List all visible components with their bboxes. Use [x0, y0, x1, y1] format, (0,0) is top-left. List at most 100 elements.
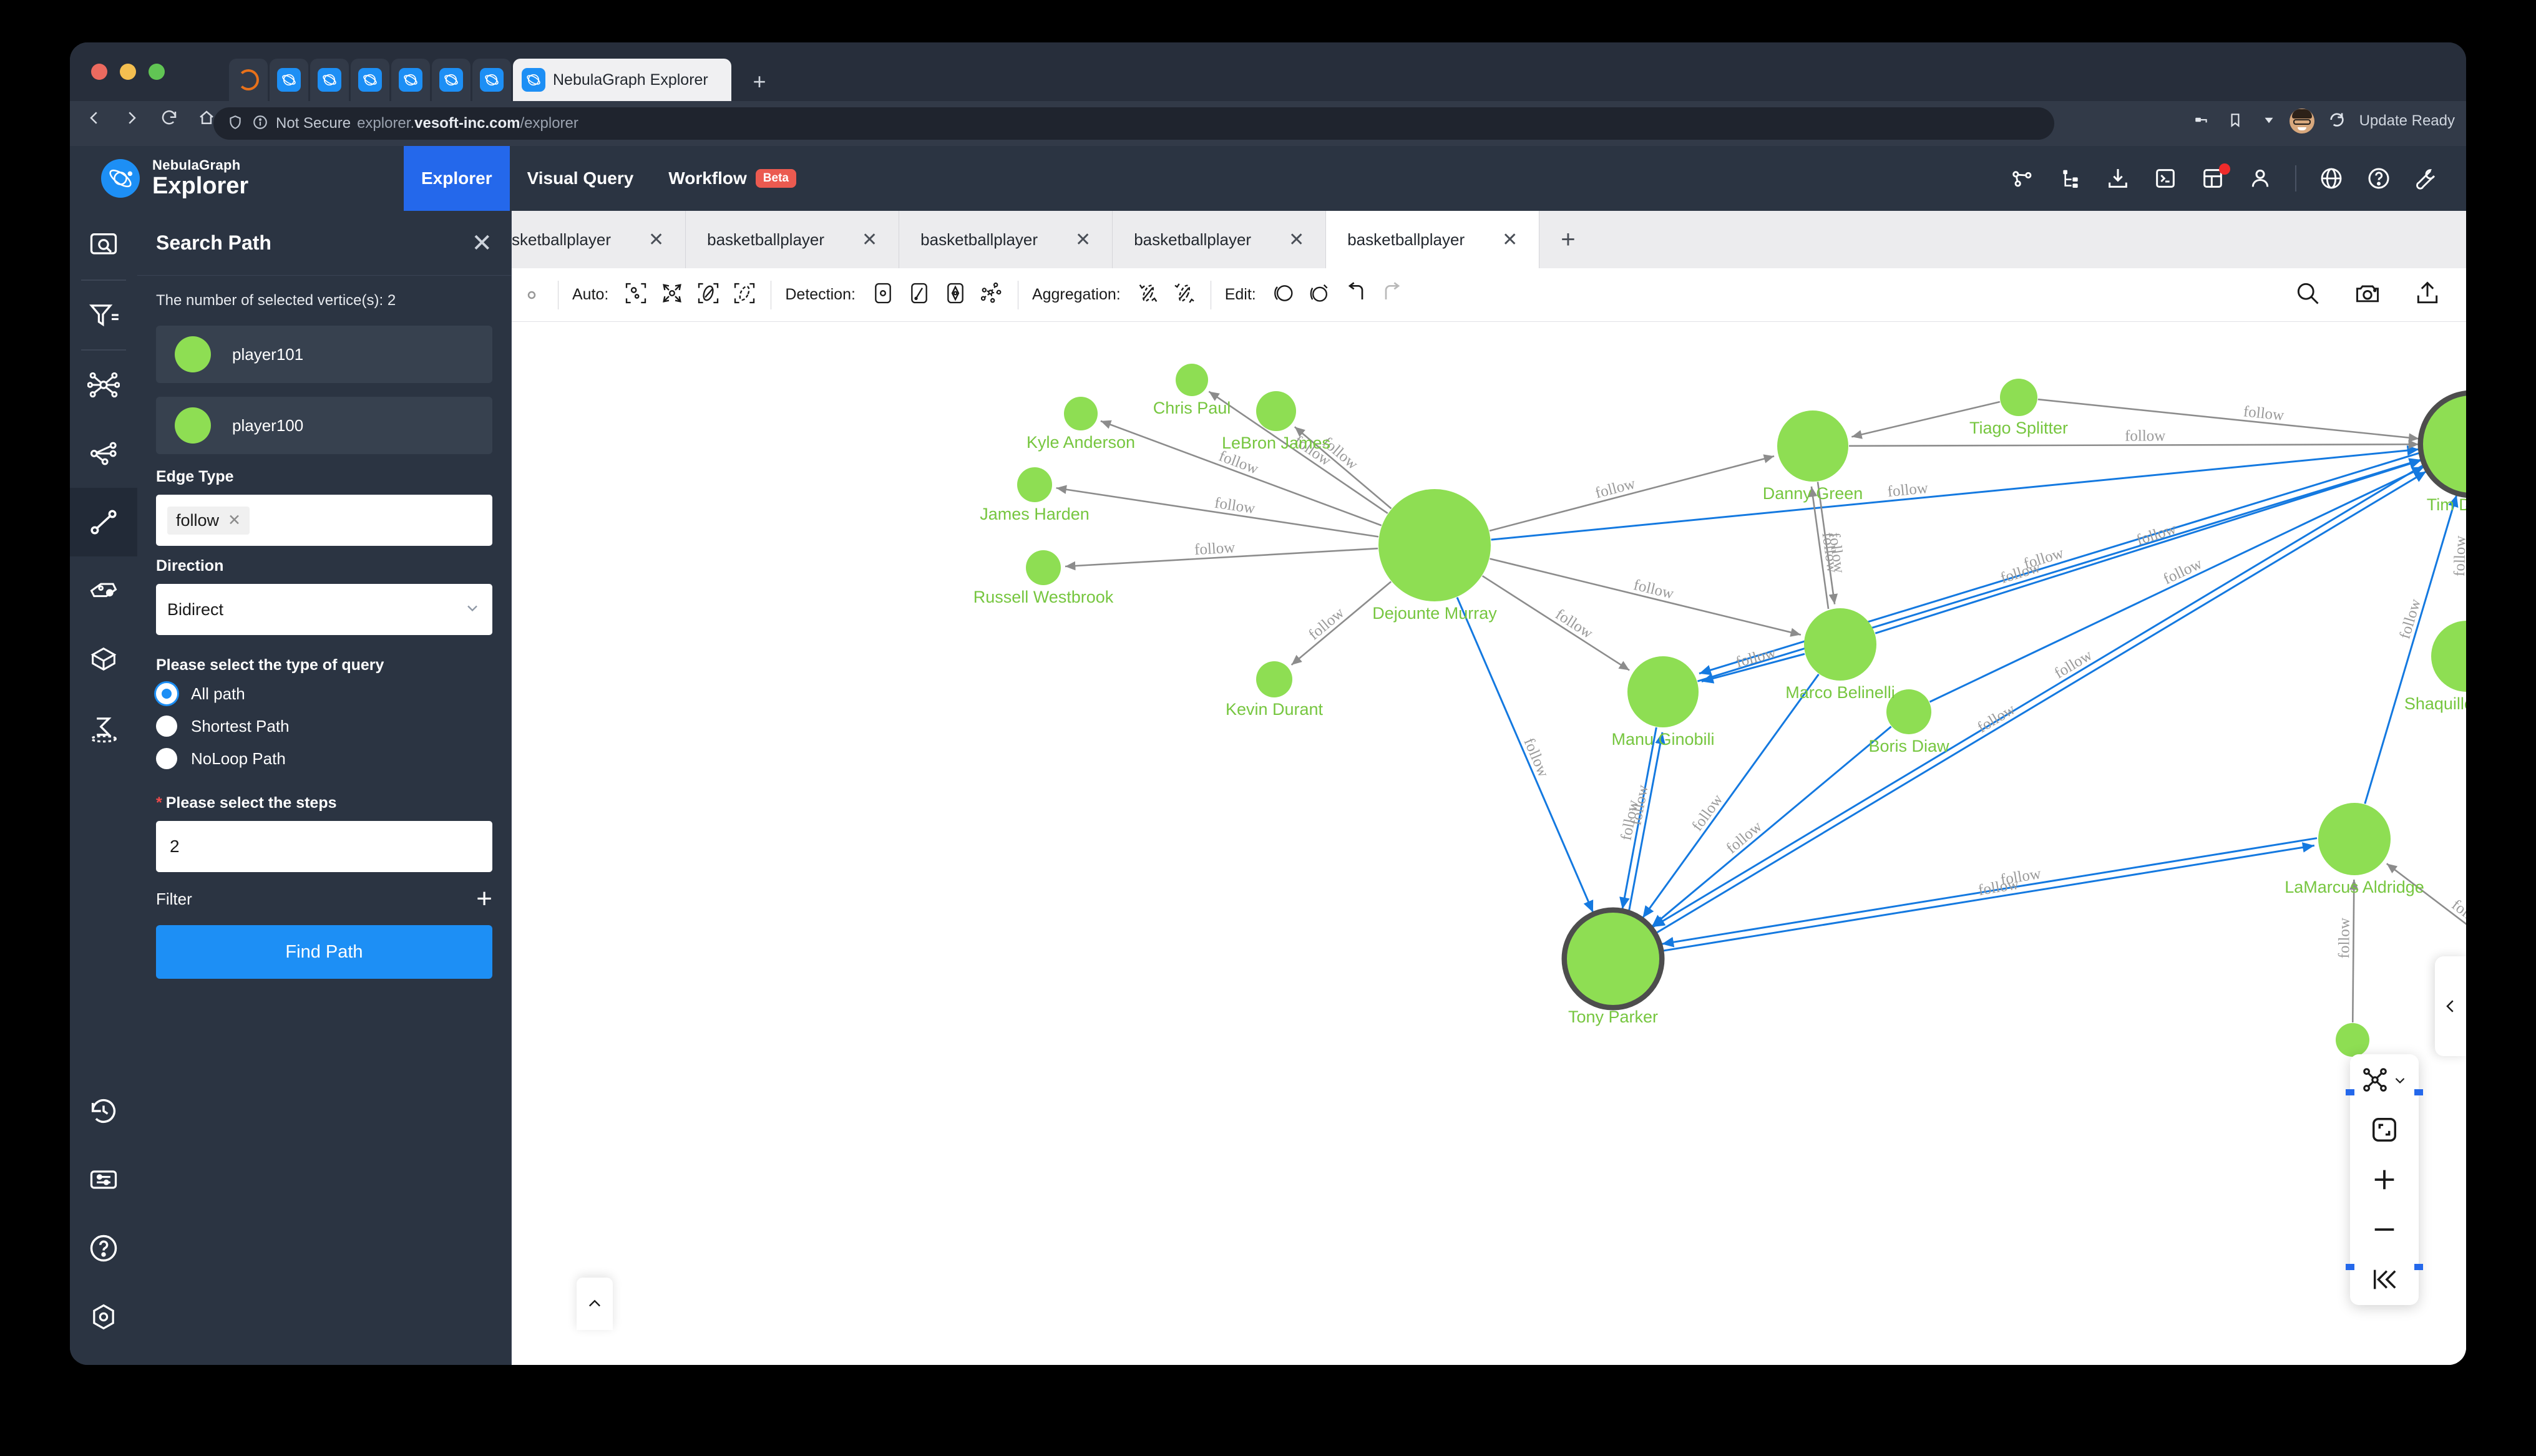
- sidebar-item-schema-cube[interactable]: [70, 625, 137, 694]
- redo-icon[interactable]: [1380, 281, 1405, 309]
- sidebar-item-tag-visibility[interactable]: [70, 556, 137, 625]
- selected-vertex-row[interactable]: player100: [156, 397, 492, 454]
- graph-edge[interactable]: [1652, 470, 2427, 936]
- add-canvas-tab-button[interactable]: +: [1539, 211, 1596, 268]
- new-tab-button[interactable]: +: [742, 66, 777, 101]
- close-icon[interactable]: ✕: [1075, 229, 1091, 251]
- camera-icon[interactable]: [2354, 279, 2381, 310]
- auto-expand-edge-icon[interactable]: [696, 281, 721, 309]
- bookmark-icon[interactable]: [2227, 112, 2243, 131]
- chevron-down-icon[interactable]: [2261, 112, 2277, 131]
- maximize-window-button[interactable]: [149, 64, 165, 80]
- graph-node[interactable]: [1026, 550, 1061, 585]
- graph-node[interactable]: [1804, 608, 1876, 681]
- hierarchy-icon[interactable]: [2058, 166, 2083, 191]
- selection-handle[interactable]: [2414, 1264, 2423, 1270]
- radio-shortest-path[interactable]: Shortest Path: [156, 716, 492, 737]
- search-icon[interactable]: [2294, 279, 2321, 310]
- graph-svg[interactable]: follow follow follow follow follow follow foll…: [512, 323, 2466, 1365]
- help-icon[interactable]: [2366, 166, 2391, 191]
- graph-edge[interactable]: [2037, 398, 2419, 442]
- graph-node[interactable]: [1378, 489, 1491, 601]
- aggregate-out-icon[interactable]: [1172, 281, 1197, 309]
- graph-node[interactable]: [2318, 803, 2391, 875]
- sidebar-item-share-graph[interactable]: [70, 419, 137, 488]
- plus-icon[interactable]: +: [476, 885, 492, 913]
- radio-noloop-path[interactable]: NoLoop Path: [156, 748, 492, 769]
- nav-item-explorer[interactable]: Explorer: [404, 146, 510, 211]
- collapse-panel-button[interactable]: [2370, 1265, 2399, 1294]
- import-icon[interactable]: [2105, 166, 2130, 191]
- chevron-down-icon[interactable]: [2392, 1072, 2408, 1088]
- minimize-window-button[interactable]: [120, 64, 136, 80]
- graph-node[interactable]: [1777, 410, 1848, 482]
- graph-edge[interactable]: [2349, 879, 2359, 1023]
- back-icon[interactable]: [85, 109, 104, 130]
- canvas-tab-bar[interactable]: sketballplayer ✕ basketballplayer ✕ bask…: [512, 211, 2466, 268]
- dashboard-icon[interactable]: [2200, 163, 2230, 191]
- toolbar-group-auto[interactable]: Auto:: [558, 281, 771, 309]
- add-vertex-icon[interactable]: [1271, 281, 1296, 309]
- direction-select[interactable]: Bidirect: [156, 584, 492, 635]
- help-circle-icon[interactable]: [70, 1214, 137, 1283]
- graph-node[interactable]: [1176, 364, 1208, 396]
- url-bar[interactable]: Not Secure explorer.vesoft-inc.com/explo…: [213, 107, 2054, 140]
- rail-bottom-group[interactable]: [70, 1077, 137, 1351]
- close-icon[interactable]: ✕: [862, 229, 877, 251]
- info-hex-icon[interactable]: [70, 1283, 137, 1351]
- graph-edge[interactable]: [1481, 575, 1630, 671]
- steps-input[interactable]: 2: [156, 821, 492, 872]
- canvas-tab[interactable]: basketballplayer ✕: [1113, 211, 1327, 268]
- edge-type-chip[interactable]: follow ✕: [167, 506, 250, 535]
- selection-handle[interactable]: [2346, 1264, 2354, 1270]
- selection-handle[interactable]: [2346, 1089, 2354, 1095]
- canvas-tab-active[interactable]: basketballplayer ✕: [1326, 211, 1540, 268]
- layout-button[interactable]: [2361, 1065, 2408, 1094]
- reload-icon[interactable]: [160, 109, 178, 130]
- browser-pinned-tab[interactable]: [229, 59, 268, 101]
- toolbar-group-edit[interactable]: Edit:: [1211, 281, 1418, 309]
- close-icon[interactable]: ✕: [471, 231, 492, 256]
- graph-node[interactable]: [2431, 621, 2466, 692]
- selection-handle[interactable]: [2414, 1089, 2423, 1095]
- undo-icon[interactable]: [1344, 281, 1368, 309]
- find-path-button[interactable]: Find Path: [156, 925, 492, 979]
- graph-node[interactable]: [2423, 396, 2466, 493]
- language-icon[interactable]: [2319, 166, 2344, 191]
- auto-path-icon[interactable]: [732, 281, 757, 309]
- browser-pinned-tab[interactable]: [432, 59, 471, 101]
- aggregate-in-icon[interactable]: [1136, 281, 1161, 309]
- close-icon[interactable]: ✕: [1502, 229, 1518, 251]
- fit-view-button[interactable]: [2370, 1115, 2399, 1144]
- canvas-tab[interactable]: basketballplayer ✕: [686, 211, 900, 268]
- header-icon-bar[interactable]: [2011, 146, 2439, 211]
- toolbar-group-aggregation[interactable]: Aggregation:: [1018, 281, 1211, 309]
- user-icon[interactable]: [2248, 166, 2273, 191]
- main-nav[interactable]: Explorer Visual Query Workflow Beta: [404, 146, 814, 211]
- close-icon[interactable]: ✕: [648, 229, 664, 251]
- graph-canvas[interactable]: follow follow follow follow follow follow foll…: [512, 323, 2466, 1365]
- avatar[interactable]: [2289, 109, 2314, 133]
- graph-edge[interactable]: [1652, 462, 2427, 928]
- auto-collapse-icon[interactable]: [660, 281, 685, 309]
- sidebar-item-aggregate[interactable]: [70, 694, 137, 762]
- selected-vertex-row[interactable]: player101: [156, 326, 492, 383]
- browser-tabs[interactable]: NebulaGraph Explorer +: [229, 56, 777, 101]
- close-window-button[interactable]: [91, 64, 107, 80]
- graph-edge[interactable]: [1290, 581, 1392, 666]
- browser-pinned-tab[interactable]: [391, 59, 430, 101]
- canvas-tab[interactable]: sketballplayer ✕: [512, 211, 686, 268]
- graph-edge[interactable]: [1490, 558, 1802, 637]
- toolbar-group-detection[interactable]: Detection:: [771, 281, 1018, 309]
- browser-pinned-tab[interactable]: [270, 59, 308, 101]
- graph-edge[interactable]: [1651, 726, 1892, 928]
- detect-vertex-icon[interactable]: [871, 281, 895, 309]
- auto-select-icon[interactable]: [623, 281, 648, 309]
- close-icon[interactable]: ✕: [228, 511, 241, 530]
- right-panel-toggle[interactable]: [2435, 956, 2466, 1056]
- browser-pinned-tab[interactable]: [310, 59, 349, 101]
- detect-edge-icon[interactable]: [907, 281, 932, 309]
- edge-type-input[interactable]: follow ✕: [156, 495, 492, 546]
- browser-pinned-tab[interactable]: [472, 59, 511, 101]
- graph-edge[interactable]: [1659, 842, 2315, 953]
